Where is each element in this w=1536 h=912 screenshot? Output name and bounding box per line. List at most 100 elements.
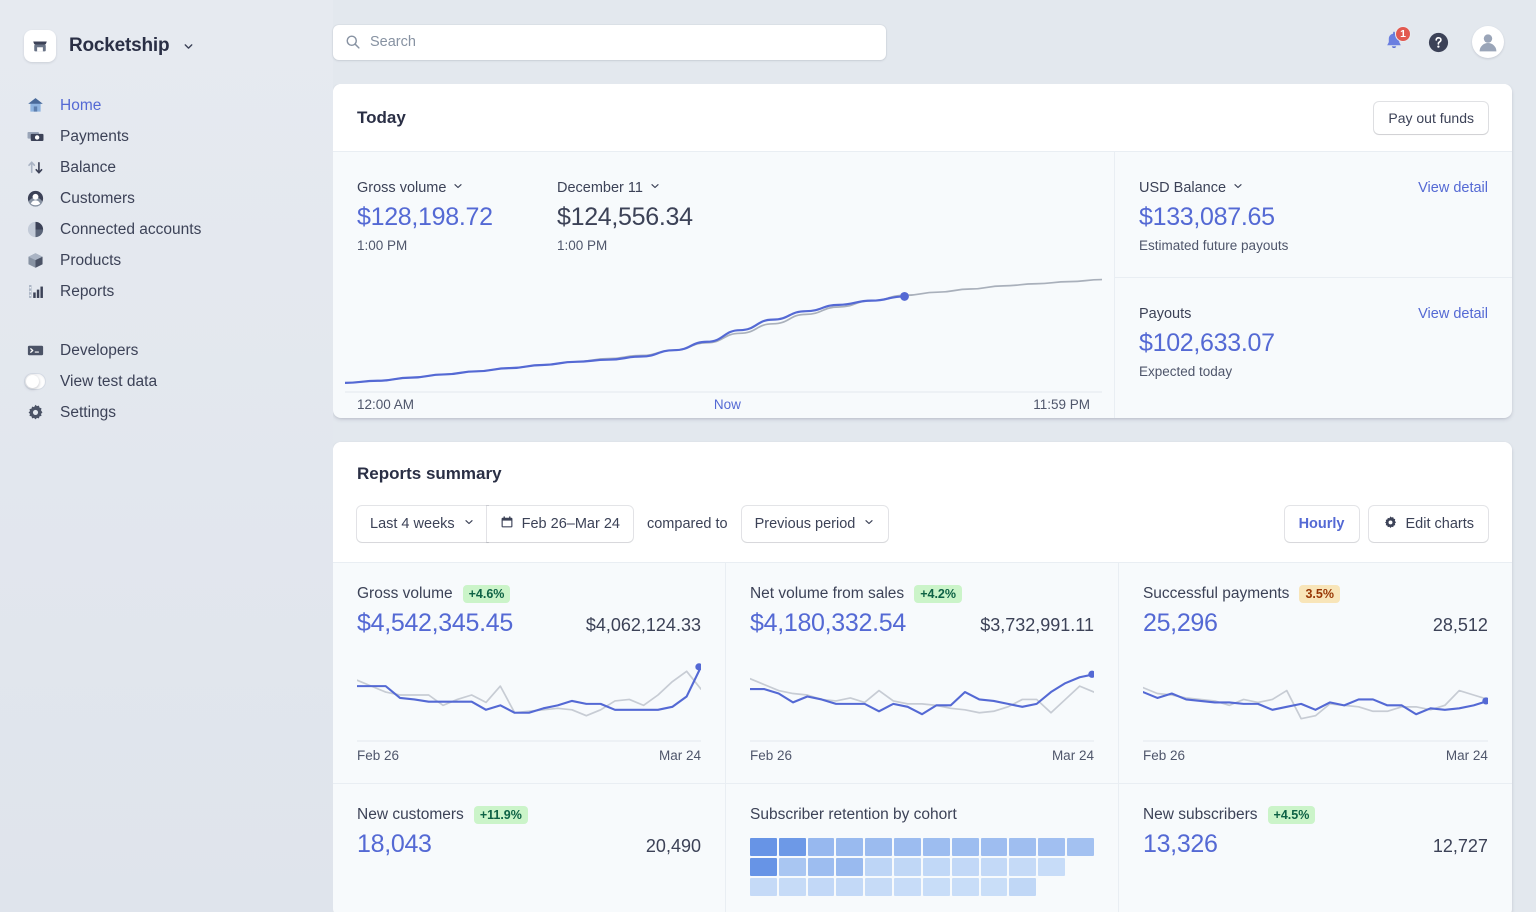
report-card-values: 25,296 28,512 xyxy=(1143,609,1488,638)
cohort-cell[interactable] xyxy=(865,838,892,856)
sidebar-item-label: Customers xyxy=(60,190,135,208)
sidebar-item-settings[interactable]: Settings xyxy=(0,397,333,428)
reports-grid: Gross volume +4.6% $4,542,345.45 $4,062,… xyxy=(333,563,1512,912)
cohort-cell[interactable] xyxy=(1038,838,1065,856)
banknote-icon xyxy=(24,126,46,148)
cohort-cell[interactable] xyxy=(808,858,835,876)
sidebar-item-customers[interactable]: Customers xyxy=(0,183,333,214)
comparison-time: 1:00 PM xyxy=(557,238,757,253)
sidebar-item-home[interactable]: Home xyxy=(0,90,333,121)
cohort-cell[interactable] xyxy=(779,838,806,856)
sidebar-item-label: Products xyxy=(60,252,121,270)
range-preset-button[interactable]: Last 4 weeks xyxy=(357,506,488,542)
gross-volume-selector[interactable]: Gross volume xyxy=(357,180,557,196)
cohort-cell[interactable] xyxy=(894,858,921,876)
cohort-cell[interactable] xyxy=(1009,838,1036,856)
cohort-cell[interactable] xyxy=(836,878,863,896)
axis-end-label: Mar 24 xyxy=(1052,748,1094,763)
cohort-cell[interactable] xyxy=(836,858,863,876)
cohort-cell[interactable] xyxy=(750,878,777,896)
report-compare-value: 20,490 xyxy=(646,836,701,857)
cohort-cell[interactable] xyxy=(894,878,921,896)
cohort-cell[interactable] xyxy=(981,878,1008,896)
axis-now-label[interactable]: Now xyxy=(714,397,741,412)
calendar-icon xyxy=(500,515,514,533)
sidebar-item-connected-accounts[interactable]: Connected accounts xyxy=(0,214,333,245)
cohort-cell[interactable] xyxy=(1009,878,1036,896)
payouts-view-detail-link[interactable]: View detail xyxy=(1418,306,1488,322)
axis-end-label: Mar 24 xyxy=(1446,748,1488,763)
hourly-button[interactable]: Hourly xyxy=(1285,506,1359,542)
report-card-values: $4,542,345.45 $4,062,124.33 xyxy=(357,609,701,638)
cohort-cell[interactable] xyxy=(952,838,979,856)
report-card-successful-payments[interactable]: Successful payments 3.5% 25,296 28,512 F… xyxy=(1119,563,1512,784)
sidebar-item-reports[interactable]: Reports xyxy=(0,276,333,307)
comparison-date-selector[interactable]: December 11 xyxy=(557,180,757,196)
gross-volume-label: Gross volume xyxy=(357,180,446,196)
cohort-row xyxy=(750,878,1094,896)
cohort-cell[interactable] xyxy=(836,838,863,856)
today-card-header: Today Pay out funds xyxy=(333,84,1512,152)
sidebar-item-products[interactable]: Products xyxy=(0,245,333,276)
cohort-cell[interactable] xyxy=(779,878,806,896)
chevron-down-icon xyxy=(863,516,875,532)
terminal-icon xyxy=(24,340,46,362)
cohort-cell[interactable] xyxy=(808,878,835,896)
report-card-net-volume-from-sales[interactable]: Net volume from sales +4.2% $4,180,332.5… xyxy=(726,563,1119,784)
report-card-title: New subscribers xyxy=(1143,806,1258,824)
report-card-new-customers[interactable]: New customers +11.9% 18,043 20,490 xyxy=(333,784,726,912)
cohort-cell[interactable] xyxy=(808,838,835,856)
sidebar-item-developers[interactable]: Developers xyxy=(0,335,333,366)
cohort-cell[interactable] xyxy=(750,858,777,876)
brand-switcher[interactable]: Rocketship xyxy=(0,0,333,68)
date-range-label: Feb 26–Mar 24 xyxy=(522,516,620,532)
today-metrics: Gross volume $128,198.72 1:00 PM xyxy=(333,180,1114,253)
sidebar-item-view-test-data[interactable]: View test data xyxy=(0,366,333,397)
help-button[interactable] xyxy=(1427,31,1450,54)
sidebar-item-label: Developers xyxy=(60,342,138,360)
cohort-cell[interactable] xyxy=(923,878,950,896)
cohort-cell[interactable] xyxy=(981,858,1008,876)
sidebar-item-label: Payments xyxy=(60,128,129,146)
date-range-button[interactable]: Feb 26–Mar 24 xyxy=(487,506,633,542)
cohort-cell[interactable] xyxy=(1038,858,1065,876)
cohort-row xyxy=(750,838,1094,856)
report-card-values: $4,180,332.54 $3,732,991.11 xyxy=(750,609,1094,638)
sparkline-chart xyxy=(750,658,1094,742)
cohort-cell[interactable] xyxy=(779,858,806,876)
cohort-cell[interactable] xyxy=(1009,858,1036,876)
sidebar-item-balance[interactable]: Balance xyxy=(0,152,333,183)
payouts-header: Payouts View detail xyxy=(1139,306,1488,322)
cohort-cell[interactable] xyxy=(923,838,950,856)
report-compare-value: 12,727 xyxy=(1433,836,1488,857)
comparison-period-label: Previous period xyxy=(755,516,856,532)
cohort-cell[interactable] xyxy=(923,858,950,876)
cohort-cell[interactable] xyxy=(1067,838,1094,856)
notifications-button[interactable]: 1 xyxy=(1383,31,1405,53)
cohort-cell[interactable] xyxy=(865,858,892,876)
chevron-down-icon xyxy=(649,180,661,196)
cohort-cell[interactable] xyxy=(981,838,1008,856)
pay-out-funds-button[interactable]: Pay out funds xyxy=(1374,102,1488,134)
usd-balance-selector[interactable]: USD Balance xyxy=(1139,180,1244,196)
toggle-off-icon[interactable] xyxy=(24,371,46,393)
cohort-cell[interactable] xyxy=(865,878,892,896)
cohort-cell[interactable] xyxy=(894,838,921,856)
comparison-period-button[interactable]: Previous period xyxy=(742,506,889,542)
comparison-value: $124,556.34 xyxy=(557,203,757,232)
cohort-cell[interactable] xyxy=(750,838,777,856)
usd-balance-view-detail-link[interactable]: View detail xyxy=(1418,180,1488,196)
brand-name: Rocketship xyxy=(69,35,169,57)
report-card-header: Successful payments 3.5% xyxy=(1143,585,1488,603)
cohort-cell[interactable] xyxy=(952,878,979,896)
report-card-title: New customers xyxy=(357,806,464,824)
cohort-cell[interactable] xyxy=(952,858,979,876)
report-card-subscriber-retention[interactable]: Subscriber retention by cohort xyxy=(726,784,1119,912)
sidebar-item-payments[interactable]: Payments xyxy=(0,121,333,152)
edit-charts-button[interactable]: Edit charts xyxy=(1369,506,1489,542)
avatar[interactable] xyxy=(1472,26,1504,58)
search-input[interactable] xyxy=(333,25,886,60)
report-card-gross-volume[interactable]: Gross volume +4.6% $4,542,345.45 $4,062,… xyxy=(333,563,726,784)
report-card-new-subscribers[interactable]: New subscribers +4.5% 13,326 12,727 xyxy=(1119,784,1512,912)
axis-end-label: 11:59 PM xyxy=(1033,397,1090,412)
